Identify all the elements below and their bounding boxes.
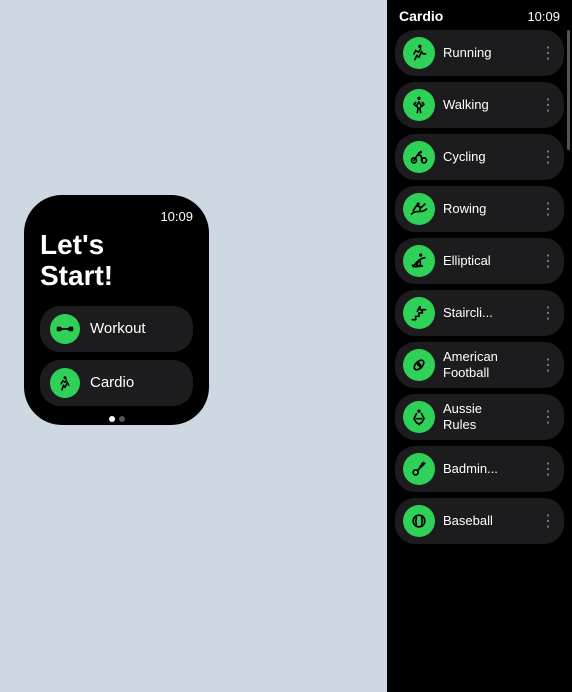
aussie-more[interactable]: ⋮ [540,407,556,427]
dot-2 [119,416,125,422]
cardio-item-badminton[interactable]: Badmin... ⋮ [395,446,564,492]
cardio-item-stairclimber[interactable]: Staircli... ⋮ [395,290,564,336]
left-watch-time: 10:09 [40,209,193,224]
football-more[interactable]: ⋮ [540,355,556,375]
aussie-icon [409,407,429,427]
cycling-label: Cycling [443,149,538,165]
badminton-icon-circle [403,453,435,485]
stairclimber-icon-circle [403,297,435,329]
elliptical-more[interactable]: ⋮ [540,251,556,271]
watch-left: 10:09 Let'sStart! Workout [24,195,209,425]
dot-1 [109,416,115,422]
cycling-more[interactable]: ⋮ [540,147,556,167]
rowing-label: Rowing [443,201,538,217]
cardio-menu-item[interactable]: Cardio [40,360,193,406]
watch-right: Cardio 10:09 Running ⋮ [387,0,572,692]
right-watch-title: Cardio [399,8,443,24]
walking-more[interactable]: ⋮ [540,95,556,115]
baseball-icon-circle [403,505,435,537]
cycling-icon [409,147,429,167]
elliptical-label: Elliptical [443,253,538,269]
elliptical-icon-circle [403,245,435,277]
scroll-indicator [567,30,570,150]
football-icon-circle [403,349,435,381]
cardio-running-icon [56,374,74,392]
cardio-item-elliptical[interactable]: Elliptical ⋮ [395,238,564,284]
cardio-label: Cardio [90,374,134,391]
aussie-icon-circle [403,401,435,433]
right-watch-time: 10:09 [527,9,560,24]
walking-icon-circle [403,89,435,121]
football-label: AmericanFootball [443,349,538,380]
aussie-label: AussieRules [443,401,538,432]
football-icon [409,355,429,375]
walking-icon [409,95,429,115]
cardio-item-walking[interactable]: Walking ⋮ [395,82,564,128]
cardio-item-aussie-rules[interactable]: AussieRules ⋮ [395,394,564,440]
right-watch-header: Cardio 10:09 [387,0,572,28]
stairclimber-more[interactable]: ⋮ [540,303,556,323]
stairclimber-label: Staircli... [443,305,538,321]
cardio-item-running[interactable]: Running ⋮ [395,30,564,76]
badminton-label: Badmin... [443,461,538,477]
baseball-icon [409,511,429,531]
elliptical-icon [409,251,429,271]
cardio-item-american-football[interactable]: AmericanFootball ⋮ [395,342,564,388]
running-more[interactable]: ⋮ [540,43,556,63]
badminton-more[interactable]: ⋮ [540,459,556,479]
baseball-more[interactable]: ⋮ [540,511,556,531]
baseball-label: Baseball [443,513,538,529]
walking-label: Walking [443,97,538,113]
cardio-list[interactable]: Running ⋮ Walking ⋮ [387,28,572,692]
stairclimber-icon [409,303,429,323]
running-icon-circle [403,37,435,69]
rowing-more[interactable]: ⋮ [540,199,556,219]
page-dots [40,416,193,422]
cycling-icon-circle [403,141,435,173]
running-label: Running [443,45,538,61]
dumbbell-icon [56,320,74,338]
badminton-icon [409,459,429,479]
cardio-item-baseball[interactable]: Baseball ⋮ [395,498,564,544]
left-watch-title: Let'sStart! [40,230,193,292]
running-icon [409,43,429,63]
rowing-icon-circle [403,193,435,225]
cardio-item-cycling[interactable]: Cycling ⋮ [395,134,564,180]
workout-label: Workout [90,320,146,337]
cardio-item-rowing[interactable]: Rowing ⋮ [395,186,564,232]
workout-menu-item[interactable]: Workout [40,306,193,352]
rowing-icon [409,199,429,219]
cardio-icon-circle [50,368,80,398]
workout-icon-circle [50,314,80,344]
